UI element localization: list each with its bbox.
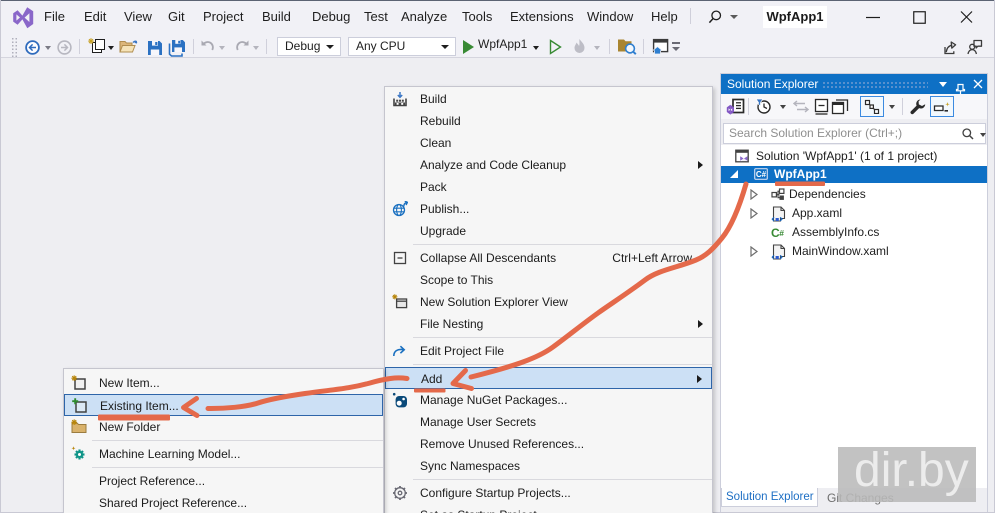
svg-text:#: #	[779, 228, 784, 238]
svg-text:C#: C#	[756, 170, 767, 179]
